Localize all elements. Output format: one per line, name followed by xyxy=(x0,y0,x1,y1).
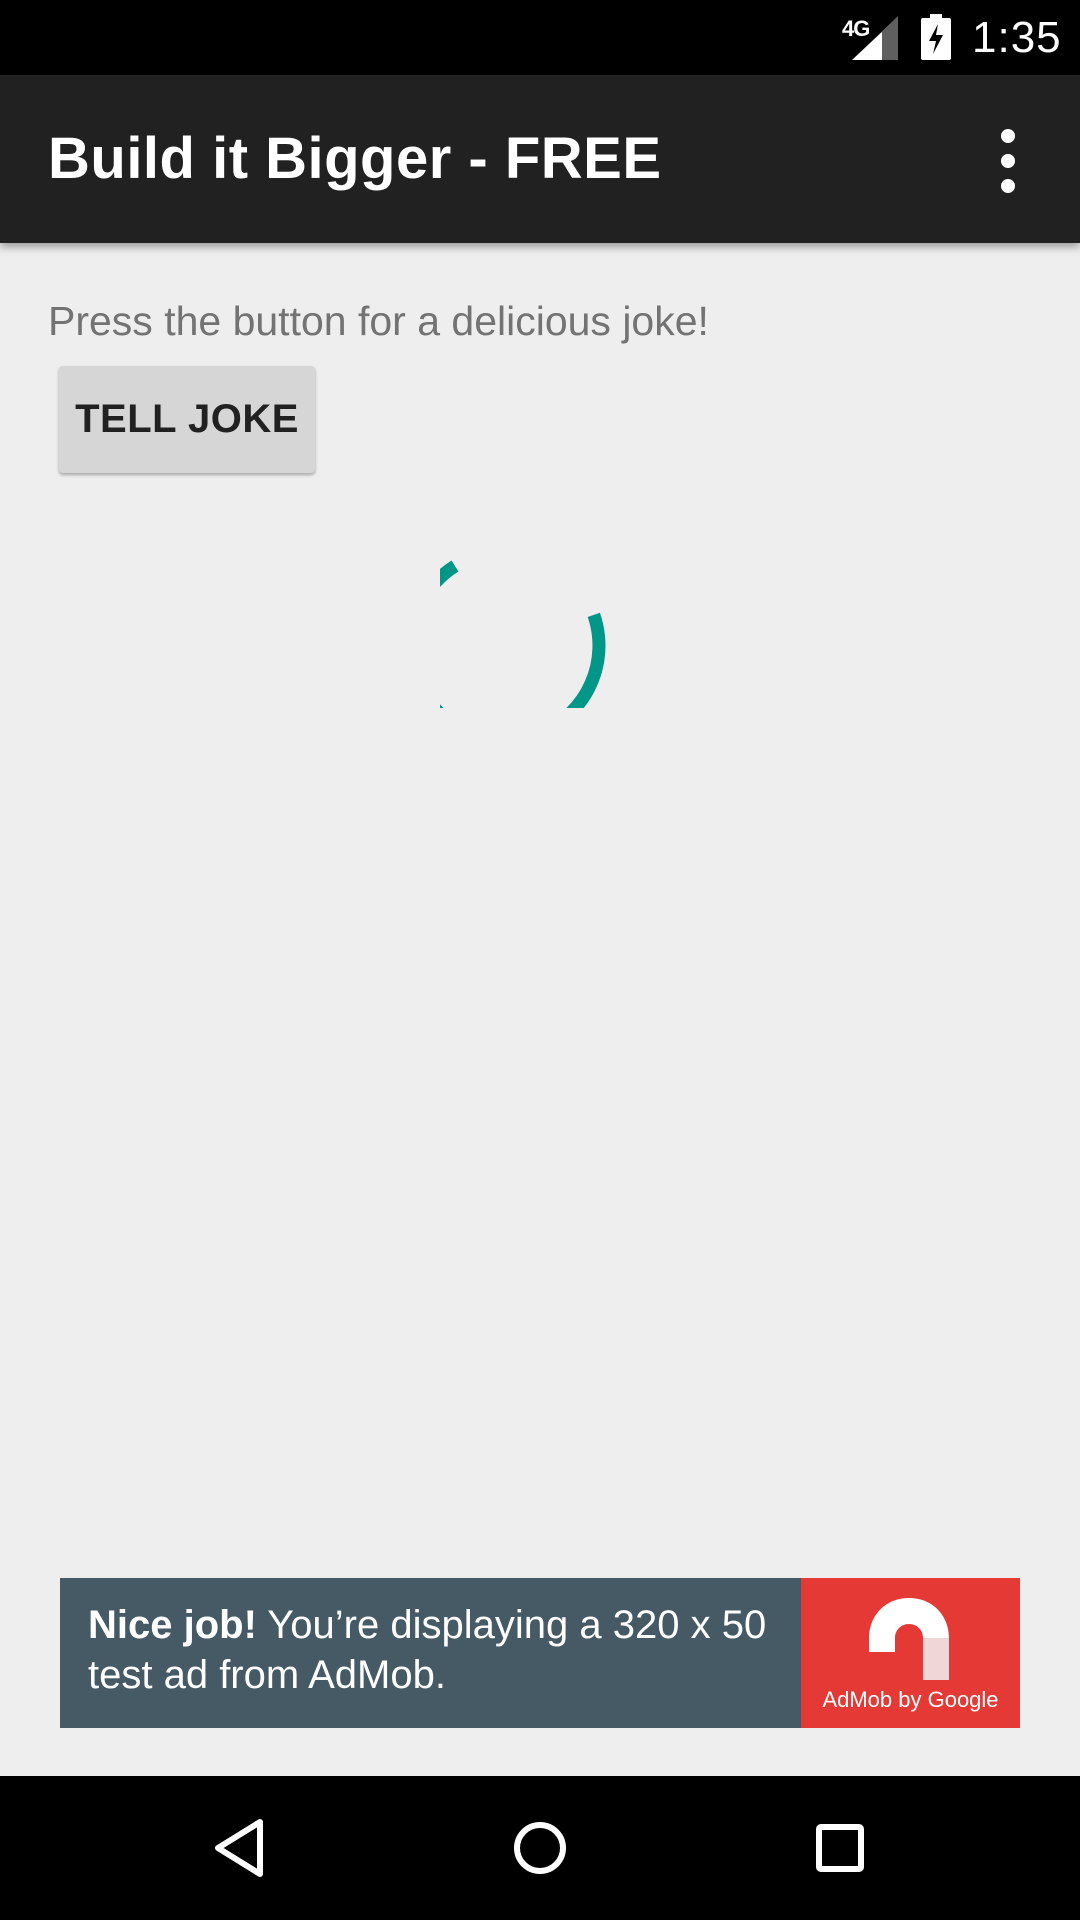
battery-charging-icon xyxy=(921,14,951,60)
admob-logo-icon xyxy=(869,1598,949,1680)
home-icon[interactable] xyxy=(504,1812,576,1884)
instructions-text: Press the button for a delicious joke! xyxy=(48,298,709,344)
tell-joke-button[interactable]: TELL JOKE xyxy=(59,366,315,473)
ad-headline: Nice job! xyxy=(88,1603,257,1647)
navigation-bar xyxy=(0,1776,1080,1920)
recents-icon[interactable] xyxy=(804,1812,876,1884)
back-icon[interactable] xyxy=(204,1812,276,1884)
app-bar: Build it Bigger - FREE xyxy=(0,75,1080,243)
app-title: Build it Bigger - FREE xyxy=(48,126,662,191)
clock: 1:35 xyxy=(972,13,1062,62)
ad-text: Nice job! You’re displaying a 320 x 50 t… xyxy=(88,1600,788,1700)
signal-icon xyxy=(852,16,898,60)
progress-spinner xyxy=(440,560,606,708)
ad-banner[interactable]: Nice job! You’re displaying a 320 x 50 t… xyxy=(60,1578,1020,1728)
admob-brand-text: AdMob by Google xyxy=(822,1687,999,1712)
more-vert-icon[interactable] xyxy=(986,129,1030,193)
admob-logo-panel: AdMob by Google xyxy=(801,1578,1020,1728)
status-bar: 4G 1:35 xyxy=(0,0,1080,75)
